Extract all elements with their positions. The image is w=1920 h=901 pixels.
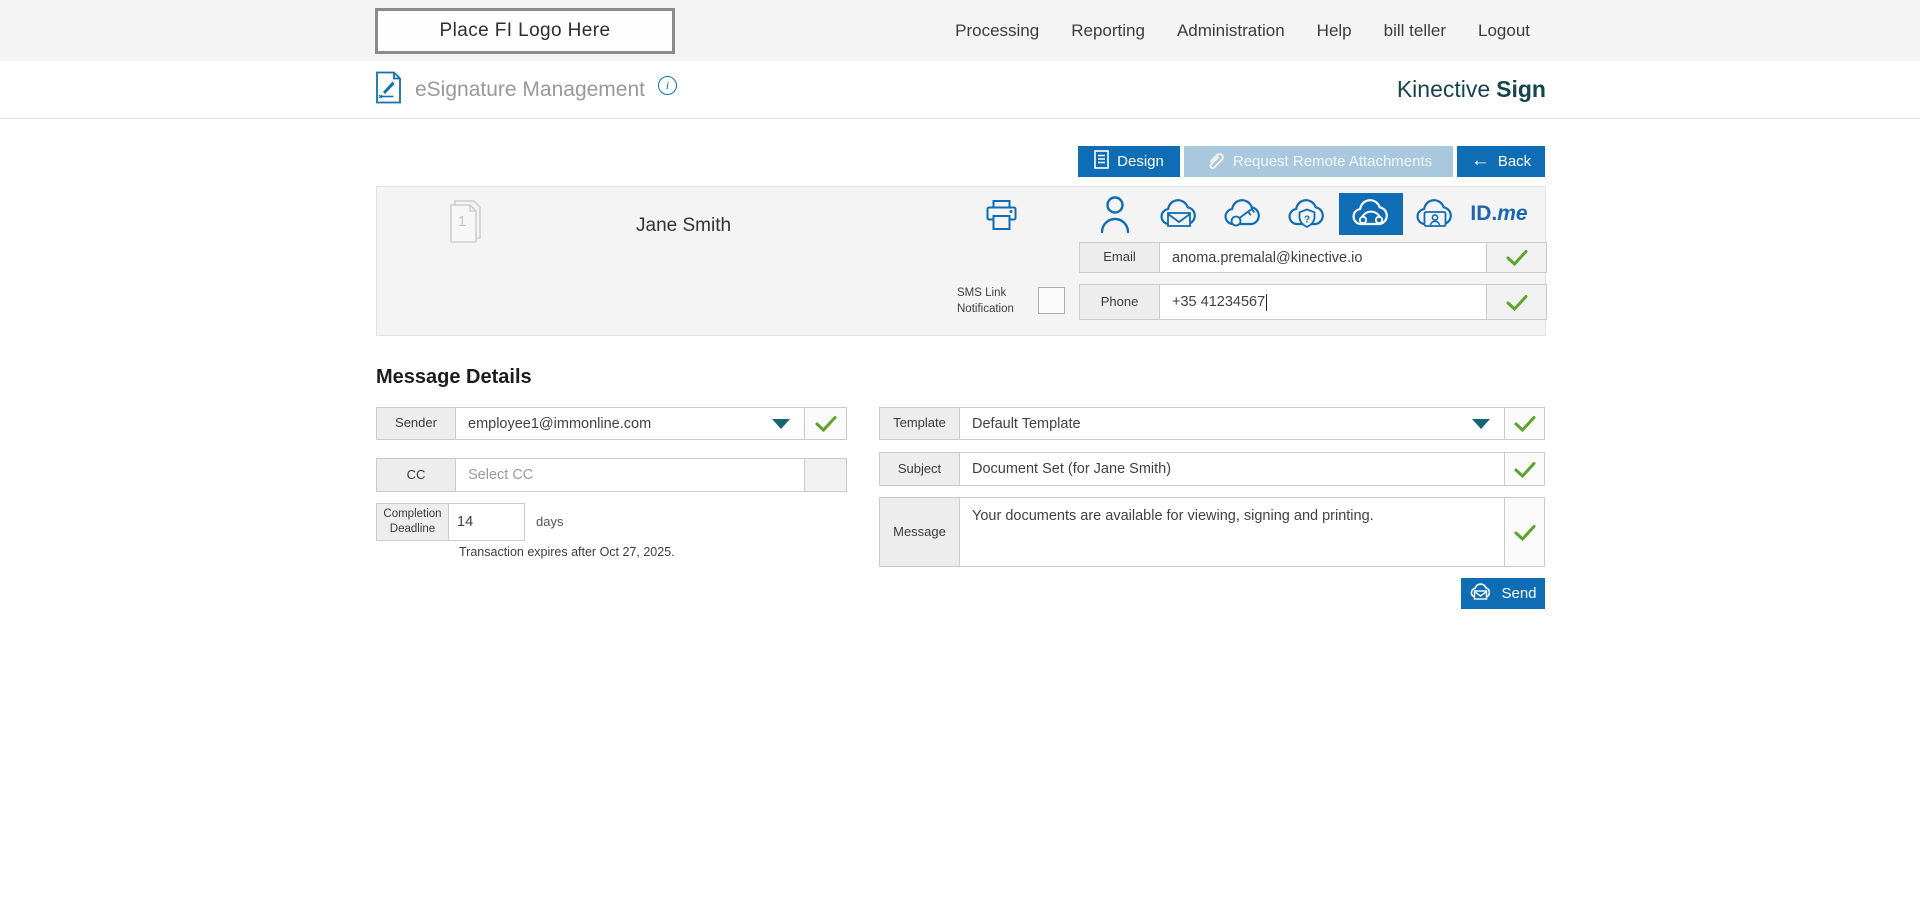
template-value: Default Template [972,416,1081,432]
text-caret [1266,294,1267,311]
message-field-row: Message Your documents are available for… [879,497,1545,567]
subject-valid-indicator [1504,453,1544,485]
design-button-label: Design [1117,153,1164,170]
nav-processing[interactable]: Processing [955,21,1039,41]
email-valid-indicator [1486,243,1546,272]
expiration-note: Transaction expires after Oct 27, 2025. [459,545,675,559]
chevron-down-icon [1472,419,1490,429]
nav-help[interactable]: Help [1317,21,1352,41]
esignature-document-icon [375,71,402,109]
template-label: Template [880,408,960,439]
brand-regular: Kinective [1397,76,1490,103]
completion-deadline-input[interactable] [449,514,524,530]
authentication-method-row: ? ID.m [1083,193,1531,235]
sender-label: Sender [377,408,456,439]
message-valid-indicator [1504,498,1544,566]
design-document-icon [1094,150,1109,173]
cc-input[interactable] [468,467,792,483]
phone-value: +35 41234567 [1172,294,1265,310]
person-icon[interactable] [1083,193,1147,235]
phone-label: Phone [1080,285,1160,319]
nav-user-bill-teller[interactable]: bill teller [1384,21,1446,41]
email-label: Email [1080,243,1160,272]
phone-valid-indicator [1486,285,1546,319]
completion-deadline-row: Completion Deadline [376,503,525,541]
idme-logo[interactable]: ID.me [1467,193,1531,235]
esignature-management-page: Place FI Logo Here Processing Reporting … [0,0,1920,901]
cloud-id-card-icon[interactable] [1403,193,1467,235]
template-dropdown[interactable]: Default Template [960,408,1504,439]
cloud-email-icon[interactable] [1147,193,1211,235]
kinective-sign-brand: Kinective Sign [1397,61,1546,118]
cc-trailing-cell [804,459,846,491]
fi-logo-text: Place FI Logo Here [440,20,611,42]
green-check-icon [1514,415,1536,432]
paperclip-icon [1205,150,1225,174]
cloud-security-question-icon[interactable]: ? [1275,193,1339,235]
send-button[interactable]: Send [1461,578,1545,609]
green-check-icon [1514,524,1536,541]
back-button-label: Back [1498,153,1531,170]
nav-administration[interactable]: Administration [1177,21,1285,41]
send-button-label: Send [1501,585,1536,602]
message-details-heading: Message Details [376,366,532,389]
sender-dropdown[interactable]: employee1@immonline.com [456,408,804,439]
phone-field-row: Phone +35 41234567 [1079,284,1547,320]
nav-logout[interactable]: Logout [1478,21,1530,41]
send-cloud-envelope-icon [1469,582,1493,605]
sender-valid-indicator [804,408,846,439]
recipient-card: 1 Jane Smith [376,186,1546,336]
message-textarea[interactable]: Your documents are available for viewing… [960,498,1504,566]
subject-input[interactable] [972,461,1492,477]
idme-bold-text: ID. [1470,202,1497,225]
green-check-icon [815,415,837,432]
back-button[interactable]: ← Back [1457,146,1545,177]
printer-icon[interactable] [983,198,1020,238]
cc-label: CC [377,459,456,491]
nav-reporting[interactable]: Reporting [1071,21,1145,41]
sender-field-row: Sender employee1@immonline.com [376,407,847,440]
green-check-icon [1506,249,1528,266]
fi-logo-placeholder: Place FI Logo Here [375,8,675,54]
top-bar: Place FI Logo Here Processing Reporting … [0,0,1920,61]
sms-link-notification-label: SMS Link Notification [957,286,1023,317]
subject-label: Subject [880,453,960,485]
svg-text:?: ? [1304,215,1310,226]
page-title: eSignature Management [415,78,645,102]
sms-link-notification-checkbox[interactable] [1038,287,1065,314]
template-field-row: Template Default Template [879,407,1545,440]
document-pages-icon: 1 [445,197,485,250]
cc-field-row: CC [376,458,847,492]
cloud-key-icon[interactable] [1211,193,1275,235]
cloud-phone-icon[interactable] [1339,193,1403,235]
chevron-down-icon [772,419,790,429]
top-navigation: Processing Reporting Administration Help… [955,0,1530,61]
template-valid-indicator [1504,408,1544,439]
back-arrow-icon: ← [1471,151,1490,170]
completion-deadline-label: Completion Deadline [377,504,449,540]
request-remote-attachments-button[interactable]: Request Remote Attachments [1184,146,1453,177]
email-field-row: Email [1079,242,1547,273]
action-button-row: Design Request Remote Attachments ← Back [1078,146,1545,177]
brand-bold: Sign [1496,76,1546,103]
page-header: eSignature Management i Kinective Sign [0,61,1920,119]
phone-input[interactable]: +35 41234567 [1160,285,1486,319]
subject-field-row: Subject [879,452,1545,486]
green-check-icon [1514,461,1536,478]
design-button[interactable]: Design [1078,146,1180,177]
svg-text:1: 1 [458,213,466,230]
message-label: Message [880,498,960,566]
days-unit-label: days [536,514,563,529]
request-remote-attachments-label: Request Remote Attachments [1233,153,1432,170]
info-icon[interactable]: i [658,76,677,95]
green-check-icon [1506,294,1528,311]
sender-value: employee1@immonline.com [468,416,651,432]
email-input[interactable] [1172,250,1474,266]
idme-italic-text: me [1497,202,1527,225]
recipient-name: Jane Smith [636,215,731,237]
